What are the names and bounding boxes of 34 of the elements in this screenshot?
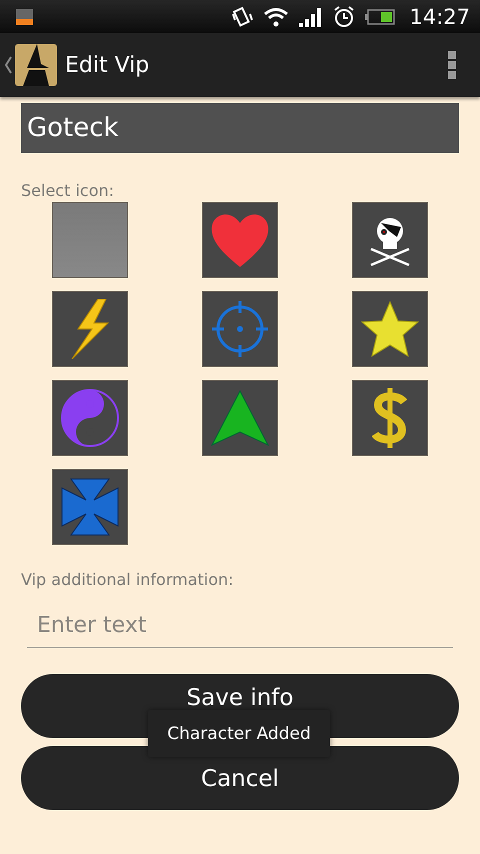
icon-tile[interactable] [202, 291, 278, 367]
star-icon [361, 301, 419, 357]
crosshair-icon [210, 299, 270, 359]
icon-tile[interactable] [52, 291, 128, 367]
lightning-icon [70, 299, 110, 359]
mobile-data-icon [16, 8, 33, 24]
wifi-icon [263, 6, 290, 26]
dollar-sign-icon [372, 388, 408, 448]
icon-tile[interactable] [202, 202, 278, 278]
alarm-icon [333, 4, 356, 28]
icon-tile[interactable] [52, 380, 128, 456]
overflow-menu-icon[interactable] [448, 51, 456, 79]
info-label: Vip additional information: [21, 570, 235, 589]
yin-yang-icon [60, 388, 120, 448]
icon-tile[interactable] [352, 380, 428, 456]
signal-icon [299, 6, 324, 26]
cancel-button[interactable]: Cancel [21, 746, 459, 810]
icon-tile[interactable] [52, 469, 128, 545]
select-icon-label: Select icon: [21, 181, 116, 200]
toast-message: Character Added [148, 710, 330, 757]
clock-time: 14:27 [409, 4, 470, 28]
name-field[interactable]: Goteck [21, 103, 459, 153]
icon-tile[interactable] [202, 380, 278, 456]
app-icon[interactable] [15, 44, 57, 86]
cross-icon [61, 478, 119, 536]
icon-tile[interactable] [352, 291, 428, 367]
screen-title: Edit Vip [65, 52, 150, 78]
blank-icon-tile[interactable] [52, 202, 128, 278]
icon-tile[interactable] [352, 202, 428, 278]
back-icon[interactable] [4, 55, 12, 75]
vibrate-icon [231, 6, 254, 28]
triangle-arrow-icon [210, 390, 270, 446]
info-input-field[interactable]: Enter text [27, 603, 453, 648]
battery-icon [365, 8, 396, 24]
